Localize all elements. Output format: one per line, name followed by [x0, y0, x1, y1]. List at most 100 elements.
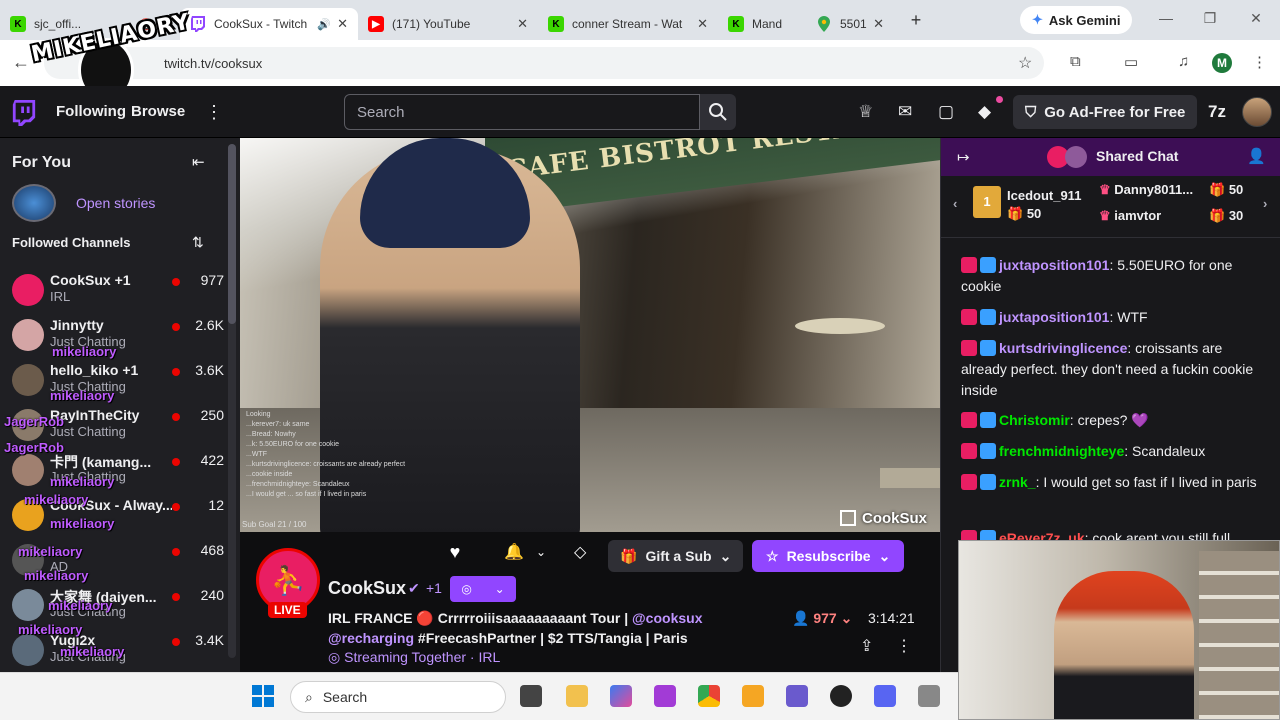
- bits-icon[interactable]: ◆: [978, 102, 991, 122]
- viewer-count[interactable]: 👤 977 ⌄: [792, 610, 852, 627]
- leaderboard-next-icon[interactable]: ›: [1263, 196, 1267, 211]
- channel-avatar: [12, 634, 44, 666]
- gift-sub-button[interactable]: 🎁 Gift a Sub ⌄: [608, 540, 744, 572]
- collapse-sidebar-icon[interactable]: ⇤: [192, 153, 205, 171]
- stream-category-link[interactable]: ◎ Streaming Together · IRL: [328, 649, 500, 666]
- more-options-icon[interactable]: ⋮: [896, 636, 912, 656]
- leaderboard-user[interactable]: Icedout_911: [1007, 188, 1081, 203]
- sidebar-channel-item[interactable]: CookSux +1 IRL 977: [0, 268, 226, 312]
- sort-icon[interactable]: ⇅: [192, 234, 204, 251]
- mini-chat-line: ...kurtsdrivinglicence: croissants are a…: [246, 461, 406, 468]
- drops-icon[interactable]: ◇: [574, 542, 586, 562]
- webcam-overlay: [958, 540, 1280, 720]
- channel-viewers: 3.4K: [195, 632, 224, 648]
- leaderboard-prev-icon[interactable]: ‹: [953, 196, 957, 211]
- share-icon[interactable]: ⇪: [860, 636, 873, 656]
- copilot-icon[interactable]: [610, 685, 632, 707]
- bookmark-star-icon[interactable]: ☆: [1018, 53, 1032, 73]
- nav-browse[interactable]: Browse: [131, 103, 185, 120]
- app-icon[interactable]: [786, 685, 808, 707]
- discord-icon[interactable]: [874, 685, 896, 707]
- twitch-glitch-icon: [840, 510, 856, 526]
- scrollbar-thumb[interactable]: [228, 144, 236, 324]
- close-tab-icon[interactable]: ✕: [337, 16, 348, 32]
- chevron-down-icon[interactable]: ⌄: [536, 545, 546, 559]
- search-button[interactable]: [700, 94, 736, 130]
- sub-badge-icon: [980, 474, 996, 490]
- more-kebab-icon[interactable]: ⋮: [205, 102, 223, 123]
- video-player[interactable]: CAFE BISTROT RESTAURANT Looking...kereve…: [240, 138, 940, 532]
- obs-icon[interactable]: [830, 685, 852, 707]
- chat-username[interactable]: zrnk_: [999, 474, 1036, 490]
- url-field[interactable]: twitch.tv/cooksux: [44, 47, 1044, 79]
- shared-stream-icon: ◎: [461, 582, 472, 596]
- new-tab-button[interactable]: +: [902, 6, 930, 34]
- live-dot: [172, 548, 180, 556]
- collab-dropdown-button[interactable]: ◎ ⌄: [450, 576, 516, 602]
- chat-username[interactable]: juxtaposition101: [999, 309, 1109, 325]
- leaderboard-user[interactable]: ♛ iamvtor: [1099, 208, 1161, 224]
- windows-start-icon[interactable]: [252, 685, 274, 707]
- app-icon[interactable]: [918, 685, 940, 707]
- stories-avatar[interactable]: [12, 184, 56, 222]
- browser-tab[interactable]: K conner Stream - Wat ✕: [538, 8, 718, 40]
- sidebar-channel-item[interactable]: 大家舞 (daiyen... Just Chatting 240: [0, 583, 226, 627]
- inbox-icon[interactable]: ✉: [898, 102, 912, 122]
- close-tab-icon[interactable]: ✕: [873, 16, 884, 32]
- channel-name: Jinnytty: [50, 317, 104, 333]
- browser-profile-avatar[interactable]: M: [1212, 53, 1232, 73]
- browser-tab-active[interactable]: CookSux - Twitch 🔊 ✕: [180, 8, 358, 40]
- search-input[interactable]: Search: [344, 94, 700, 130]
- close-tab-icon[interactable]: ✕: [697, 16, 708, 32]
- media-controls-icon[interactable]: ♫: [1178, 53, 1189, 70]
- sidebar-scrollbar[interactable]: [228, 144, 236, 658]
- go-ad-free-button[interactable]: ⛉ Go Ad-Free for Free: [1013, 95, 1198, 129]
- chat-username[interactable]: juxtaposition101: [999, 257, 1109, 273]
- close-window-button[interactable]: ✕: [1246, 10, 1266, 30]
- chevron-down-icon: ⌄: [878, 547, 891, 564]
- browser-tab[interactable]: 5501 ✕: [806, 8, 894, 40]
- open-stories-link[interactable]: Open stories: [76, 195, 155, 211]
- browser-tab[interactable]: ▶ (171) YouTube ✕: [358, 8, 538, 40]
- browser-tab[interactable]: K Mand: [718, 8, 806, 40]
- minimize-button[interactable]: —: [1156, 10, 1176, 30]
- chat-username[interactable]: frenchmidnighteye: [999, 443, 1124, 459]
- speaker-icon[interactable]: 🔊: [317, 18, 331, 31]
- title-mention[interactable]: @recharging: [328, 630, 414, 646]
- chat-username[interactable]: Christomir: [999, 412, 1070, 428]
- ask-gemini-button[interactable]: ✦ Ask Gemini: [1020, 6, 1133, 34]
- collapse-chat-icon[interactable]: ↦: [957, 148, 970, 166]
- chrome-icon[interactable]: [698, 685, 720, 707]
- channel-category: IRL: [50, 289, 71, 304]
- resubscribe-button[interactable]: ☆ Resubscribe ⌄: [752, 540, 905, 572]
- notification-bell-icon[interactable]: 🔔: [504, 542, 524, 562]
- channel-name[interactable]: CookSux: [328, 578, 406, 599]
- app-icon[interactable]: [742, 685, 764, 707]
- chevron-down-icon: ⌄: [494, 582, 505, 596]
- mini-chat-line: ...k: 5.50EURO for one cookie: [246, 441, 339, 448]
- whispers-icon[interactable]: ▢: [938, 102, 954, 122]
- leaderboard-user[interactable]: ♛ Danny8011...: [1099, 182, 1193, 198]
- chat-username[interactable]: kurtsdrivinglicence: [999, 340, 1127, 356]
- nav-following[interactable]: Following: [56, 103, 126, 120]
- close-tab-icon[interactable]: ✕: [517, 16, 528, 32]
- crown-icon[interactable]: ♕: [858, 102, 873, 122]
- twitch-logo-icon[interactable]: [12, 100, 36, 126]
- user-avatar[interactable]: [1242, 97, 1272, 127]
- extensions-puzzle-icon[interactable]: ⧉: [1070, 53, 1081, 70]
- address-bar-row: ← twitch.tv/cooksux ☆ ⧉ ▭ ♫ ⋮: [0, 40, 1280, 86]
- file-explorer-icon[interactable]: [566, 685, 588, 707]
- search-icon: [709, 103, 727, 121]
- task-view-icon[interactable]: [520, 685, 542, 707]
- taskbar-search-input[interactable]: ⌕ Search: [290, 681, 506, 713]
- title-mention[interactable]: @cooksux: [632, 610, 702, 626]
- translate-icon[interactable]: 7z: [1208, 102, 1226, 122]
- restore-button[interactable]: ❐: [1200, 10, 1220, 30]
- cast-icon[interactable]: ▭: [1124, 53, 1138, 71]
- follow-heart-button[interactable]: ♥: [440, 542, 470, 568]
- live-dot: [172, 413, 180, 421]
- community-icon[interactable]: 👤: [1247, 147, 1266, 165]
- app-icon[interactable]: [654, 685, 676, 707]
- back-arrow-icon[interactable]: ←: [12, 52, 30, 73]
- menu-kebab-icon[interactable]: ⋮: [1252, 53, 1267, 71]
